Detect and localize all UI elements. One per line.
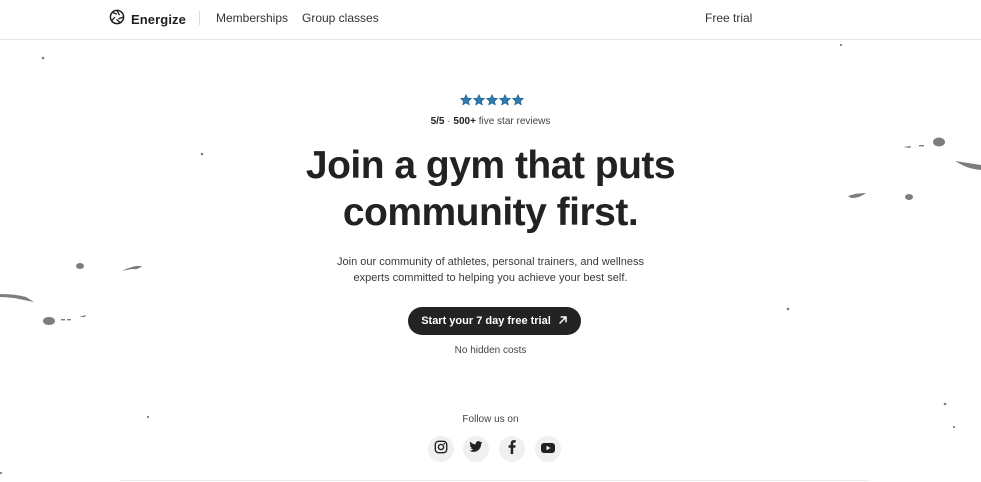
facebook-icon [508, 439, 516, 459]
speck [786, 307, 790, 311]
star-icon [473, 94, 485, 106]
headline-line-2: community first. [342, 191, 639, 234]
star-icon [486, 94, 498, 106]
speck [952, 425, 956, 429]
speck [0, 471, 3, 475]
facebook-link[interactable] [499, 436, 525, 462]
speck [943, 402, 947, 406]
cta-note: No hidden costs [454, 345, 527, 356]
start-free-trial-button[interactable]: Start your 7 day free trial [408, 307, 581, 335]
speck [41, 56, 45, 60]
brand-logo-link[interactable]: Energize [109, 9, 186, 30]
headline-line-1: Join a gym that puts [305, 144, 676, 187]
bird-icon [0, 294, 34, 302]
youtube-icon [541, 440, 555, 458]
footer-divider [120, 480, 870, 481]
speck [839, 43, 843, 47]
follow-heading: Follow us on [462, 414, 519, 425]
nav-divider [199, 11, 200, 25]
rating-suffix: five star reviews [478, 116, 551, 127]
hero-description: Join our community of athletes, personal… [0, 254, 981, 286]
rating-stars [460, 94, 524, 106]
flying-birds-decoration [0, 43, 981, 475]
rating-summary: 5/5 · 500+ five star reviews [0, 116, 981, 127]
description-line-2: experts committed to helping you achieve… [353, 272, 628, 284]
star-icon [460, 94, 472, 106]
brand-name: Energize [131, 12, 186, 27]
description-line-1: Join our community of athletes, personal… [337, 256, 644, 268]
instagram-icon [434, 440, 448, 459]
rating-value: 5/5 [430, 116, 445, 127]
aperture-icon [109, 9, 125, 30]
arrow-up-right-icon [558, 315, 568, 328]
rating-count: 500+ [453, 116, 476, 127]
page-title: Join a gym that puts community first. [0, 142, 981, 236]
twitter-link[interactable] [463, 436, 489, 462]
bird-icon [61, 319, 65, 321]
nav-link-group-classes[interactable]: Group classes [302, 11, 379, 25]
top-navigation: Energize Memberships Group classes Free … [0, 0, 981, 40]
youtube-link[interactable] [535, 436, 561, 462]
star-icon [512, 94, 524, 106]
bird-icon [43, 317, 55, 325]
instagram-link[interactable] [428, 436, 454, 462]
twitter-icon [469, 440, 483, 458]
bird-icon [79, 315, 86, 317]
cta-label: Start your 7 day free trial [421, 315, 551, 327]
nav-link-memberships[interactable]: Memberships [216, 11, 288, 25]
bird-icon [67, 319, 71, 321]
star-icon [499, 94, 511, 106]
nav-link-free-trial[interactable]: Free trial [705, 11, 752, 25]
